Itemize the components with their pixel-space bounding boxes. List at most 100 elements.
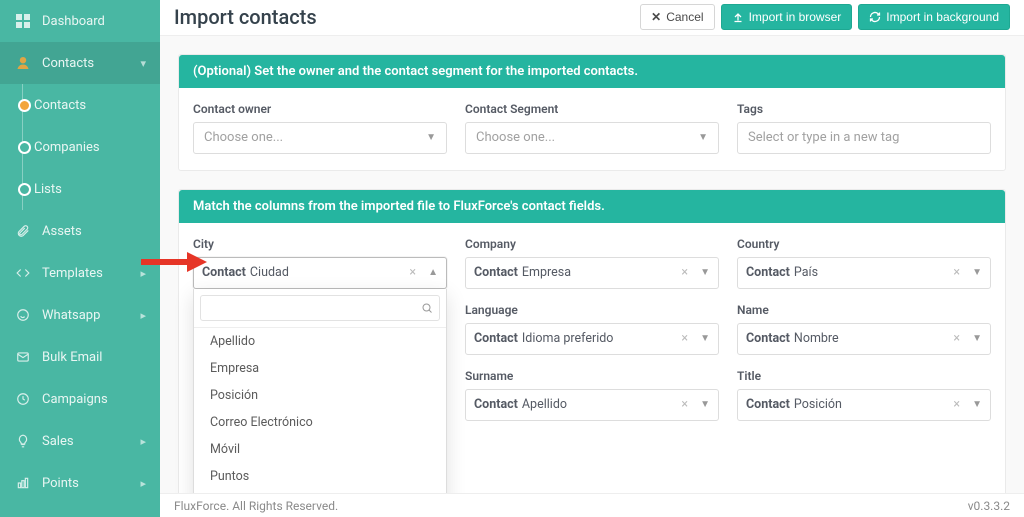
chevron-down-icon: ▼ — [696, 333, 710, 344]
sidebar-item-label: Campaigns — [42, 392, 146, 407]
mapping-select-surname[interactable]: Contact Apellido × ▼ — [465, 389, 719, 421]
select-value: Posición — [794, 397, 842, 412]
chevron-right-icon: ▸ — [140, 267, 146, 280]
sidebar-item-label: Templates — [42, 266, 140, 281]
mapping-select-title[interactable]: Contact Posición × ▼ — [737, 389, 991, 421]
tags-input[interactable]: Select or type in a new tag — [737, 122, 991, 154]
select-placeholder: Choose one... — [476, 130, 698, 145]
field-tags: Tags Select or type in a new tag — [737, 102, 991, 154]
chart-icon — [14, 474, 32, 492]
select-value: País — [794, 265, 818, 280]
code-icon — [14, 264, 32, 282]
dropdown-option[interactable]: Dirección Línea 1 — [194, 490, 446, 493]
footer-version: v0.3.3.2 — [968, 499, 1010, 513]
clear-icon[interactable]: × — [677, 397, 692, 412]
select-value: Ciudad — [250, 265, 289, 280]
mapping-select-city[interactable]: Contact Ciudad × ▲ — [193, 257, 447, 289]
clear-icon[interactable]: × — [949, 265, 964, 280]
field-label: Language — [465, 303, 719, 317]
chevron-down-icon: ▼ — [696, 267, 710, 278]
panel-owner-segment: (Optional) Set the owner and the contact… — [178, 54, 1006, 171]
field-label: Country — [737, 237, 991, 251]
input-placeholder: Select or type in a new tag — [748, 130, 980, 145]
footer-text: FluxForce. All Rights Reserved. — [174, 499, 338, 513]
chevron-up-icon: ▲ — [424, 267, 438, 278]
page-header: Import contacts ✕ Cancel Import in brows… — [160, 0, 1024, 36]
chevron-right-icon: ▸ — [140, 435, 146, 448]
field-label: Name — [737, 303, 991, 317]
sidebar-item-templates[interactable]: Templates ▸ — [0, 252, 160, 294]
select-value: Empresa — [522, 265, 571, 280]
sidebar-item-dashboard[interactable]: Dashboard — [0, 0, 160, 42]
sidebar-item-label: Whatsapp — [42, 308, 140, 323]
clear-icon[interactable]: × — [677, 265, 692, 280]
chevron-down-icon: ▼ — [426, 132, 436, 143]
import-browser-button[interactable]: Import in browser — [721, 4, 853, 30]
sidebar-item-contacts[interactable]: Contacts ▾ — [0, 42, 160, 84]
clear-icon[interactable]: × — [949, 397, 964, 412]
dropdown-option[interactable]: Correo Electrónico — [194, 409, 446, 436]
close-icon: ✕ — [651, 10, 661, 24]
field-contact-segment: Contact Segment Choose one... ▼ — [465, 102, 719, 154]
select-group: Contact — [746, 397, 790, 412]
cancel-button[interactable]: ✕ Cancel — [640, 4, 714, 30]
mapping-dropdown: ApellidoEmpresaPosiciónCorreo Electrónic… — [193, 289, 447, 493]
field-label: Title — [737, 369, 991, 383]
dropdown-option[interactable]: Móvil — [194, 436, 446, 463]
sidebar-item-points[interactable]: Points ▸ — [0, 462, 160, 504]
contact-owner-select[interactable]: Choose one... ▼ — [193, 122, 447, 154]
select-group: Contact — [474, 331, 518, 346]
chevron-right-icon: ▸ — [140, 477, 146, 490]
clear-icon[interactable]: × — [949, 331, 964, 346]
mapping-select-name[interactable]: Contact Nombre × ▼ — [737, 323, 991, 355]
sidebar-item-whatsapp[interactable]: Whatsapp ▸ — [0, 294, 160, 336]
sidebar-item-campaigns[interactable]: Campaigns — [0, 378, 160, 420]
grid-icon — [14, 12, 32, 30]
sidebar-subitem-contacts[interactable]: Contacts — [0, 84, 160, 126]
content: (Optional) Set the owner and the contact… — [160, 36, 1024, 493]
select-value: Idioma preferido — [522, 331, 614, 346]
mapping-select-company[interactable]: Contact Empresa × ▼ — [465, 257, 719, 289]
panel-title: Match the columns from the imported file… — [179, 190, 1005, 223]
dropdown-option[interactable]: Empresa — [194, 355, 446, 382]
dropdown-search-input[interactable] — [207, 301, 421, 315]
clear-icon[interactable]: × — [405, 265, 420, 280]
dropdown-option[interactable]: Apellido — [194, 328, 446, 355]
chevron-right-icon: ▸ — [140, 309, 146, 322]
sidebar-subitem-lists[interactable]: Lists — [0, 168, 160, 210]
select-value: Apellido — [522, 397, 567, 412]
clear-icon[interactable]: × — [677, 331, 692, 346]
dropdown-search — [194, 289, 446, 328]
button-label: Import in background — [886, 10, 999, 24]
select-value: Nombre — [794, 331, 839, 346]
chevron-down-icon: ▾ — [140, 57, 146, 70]
sidebar-item-bulk-email[interactable]: Bulk Email — [0, 336, 160, 378]
dropdown-option[interactable]: Posición — [194, 382, 446, 409]
select-group: Contact — [474, 265, 518, 280]
dropdown-option[interactable]: Puntos — [194, 463, 446, 490]
sidebar-item-assets[interactable]: Assets — [0, 210, 160, 252]
footer: FluxForce. All Rights Reserved. v0.3.3.2 — [160, 493, 1024, 517]
sidebar-item-sales[interactable]: Sales ▸ — [0, 420, 160, 462]
whatsapp-icon — [14, 306, 32, 324]
contact-segment-select[interactable]: Choose one... ▼ — [465, 122, 719, 154]
chevron-down-icon: ▼ — [968, 333, 982, 344]
mapping-select-country[interactable]: Contact País × ▼ — [737, 257, 991, 289]
sidebar-item-label: Bulk Email — [42, 350, 146, 365]
bulb-icon — [14, 432, 32, 450]
field-label: Company — [465, 237, 719, 251]
mapping-select-language[interactable]: Contact Idioma preferido × ▼ — [465, 323, 719, 355]
sidebar-item-label: Lists — [34, 182, 62, 197]
field-label: Contact owner — [193, 102, 447, 116]
panel-field-mapping: Match the columns from the imported file… — [178, 189, 1006, 493]
import-background-button[interactable]: Import in background — [858, 4, 1010, 30]
chevron-down-icon: ▼ — [698, 132, 708, 143]
button-label: Import in browser — [749, 10, 842, 24]
chevron-down-icon: ▼ — [968, 267, 982, 278]
sidebar-item-label: Sales — [42, 434, 140, 449]
mapping-country: Country Contact País × ▼ Name Contact — [737, 237, 991, 421]
select-placeholder: Choose one... — [204, 130, 426, 145]
sidebar-subitem-companies[interactable]: Companies — [0, 126, 160, 168]
field-label: Surname — [465, 369, 719, 383]
sidebar-item-label: Assets — [42, 224, 146, 239]
